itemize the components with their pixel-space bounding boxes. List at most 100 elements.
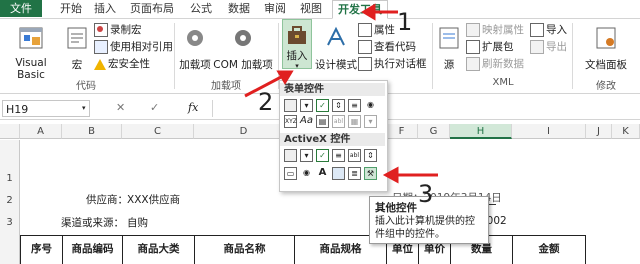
tab-formulas[interactable]: 公式 (186, 0, 216, 17)
row-header[interactable] (0, 235, 20, 264)
properties-label: 属性 (374, 24, 395, 36)
spin-button-form-control-icon[interactable]: ⇕ (332, 99, 345, 112)
row-number: 1 (6, 173, 13, 184)
label-activex-icon[interactable]: A (316, 167, 329, 180)
tab-developer[interactable]: 开发工具 (332, 0, 388, 19)
xml-export-button[interactable]: 导出 (530, 40, 567, 55)
supplier-value[interactable]: XXX供应商 (127, 192, 180, 207)
button-form-control-icon[interactable] (284, 99, 297, 112)
column-header[interactable]: F (386, 124, 418, 139)
table-header: 序号 (20, 235, 62, 264)
tab-home[interactable]: 开始 (56, 0, 86, 17)
combo-box-activex-icon[interactable]: ▾ (300, 149, 313, 162)
view-code-label: 查看代码 (374, 41, 416, 53)
properties-button[interactable]: 属性 (358, 23, 395, 38)
tab-file[interactable]: 文件 (0, 0, 42, 17)
combo-list-edit-form-control-icon[interactable]: ▦ (348, 115, 361, 128)
column-header[interactable]: A (20, 124, 62, 139)
row-number: 3 (6, 217, 13, 228)
column-header[interactable]: G (418, 124, 450, 139)
tab-page-layout[interactable]: 页面布局 (126, 0, 178, 17)
toggle-button-activex-icon[interactable]: ▭ (284, 167, 297, 180)
text-field-form-control-icon[interactable]: abl (332, 115, 345, 128)
table-header: 商品大类 (122, 235, 194, 264)
map-properties-button[interactable]: 映射属性 (466, 23, 524, 38)
checkbox-form-control-icon[interactable]: ✓ (316, 99, 329, 112)
command-button-activex-icon[interactable] (284, 149, 297, 162)
form-controls-heading: 表单控件 (280, 83, 385, 96)
ribbon-tab-bar: 文件 开始 插入 页面布局 公式 数据 审阅 视图 开发工具 (0, 0, 640, 19)
check-box-activex-icon[interactable]: ✓ (316, 149, 329, 162)
more-controls-icon[interactable]: ⚒ (364, 167, 377, 180)
annotation-number-2: 2 (258, 88, 274, 116)
macro-security-button[interactable]: 宏安全性 (94, 57, 150, 72)
map-properties-icon (466, 23, 480, 37)
column-header[interactable]: J (586, 124, 612, 139)
warning-icon (94, 58, 106, 70)
com-addins-button[interactable]: COM 加载项 (212, 21, 274, 72)
tab-view[interactable]: 视图 (296, 0, 326, 17)
addins-button[interactable]: 加载项 (178, 21, 212, 72)
name-box-dropdown-icon[interactable]: ▾ (82, 104, 86, 112)
refresh-data-button[interactable]: 刷新数据 (466, 57, 524, 72)
combo-dropdown-edit-form-control-icon[interactable]: ▾ (364, 115, 377, 128)
list-box-form-control-icon[interactable]: ≡ (348, 99, 361, 112)
combo-box-form-control-icon[interactable]: ▾ (300, 99, 313, 112)
addins-label: 加载项 (179, 59, 211, 71)
column-header-selected[interactable]: H (450, 124, 512, 139)
select-all-corner[interactable] (0, 124, 20, 139)
view-code-button[interactable]: 查看代码 (358, 40, 416, 55)
com-gear-icon (235, 30, 251, 46)
cancel-icon[interactable]: ✕ (116, 101, 125, 114)
document-panel-button[interactable]: 文档面板 (574, 21, 638, 72)
chevron-down-icon: ▾ (295, 62, 299, 70)
export-icon (530, 40, 544, 54)
channel-value[interactable]: 自购 (127, 215, 148, 230)
formula-input[interactable] (212, 100, 639, 117)
tab-data[interactable]: 数据 (224, 0, 254, 17)
visual-basic-button[interactable]: Visual Basic (2, 21, 60, 81)
row-header[interactable]: 1 (0, 140, 20, 190)
insert-control-button[interactable]: 插入 ▾ (282, 19, 312, 70)
run-dialog-button[interactable]: 执行对话框 (358, 57, 427, 72)
group-box-form-control-icon[interactable]: XYZ (284, 115, 297, 128)
enter-icon[interactable]: ✓ (150, 101, 159, 114)
column-header[interactable]: C (122, 124, 194, 139)
option-button-form-control-icon[interactable]: ◉ (364, 99, 377, 112)
record-macro-button[interactable]: 录制宏 (94, 23, 142, 38)
design-mode-label: 设计模式 (315, 59, 357, 71)
design-mode-button[interactable]: 设计模式 (314, 21, 358, 72)
column-header[interactable]: B (62, 124, 122, 139)
xml-source-icon (439, 27, 459, 49)
image-activex-icon[interactable] (332, 167, 345, 180)
column-header[interactable]: I (512, 124, 586, 139)
label-form-control-icon[interactable]: Aa (300, 115, 313, 128)
scroll-bar-activex-icon[interactable]: ⇕ (364, 149, 377, 162)
tab-insert[interactable]: 插入 (90, 0, 120, 17)
row-number: 2 (6, 195, 13, 206)
name-box[interactable]: H19 (2, 100, 90, 117)
expansion-packs-button[interactable]: 扩展包 (466, 40, 514, 55)
scroll-bar-form-control-icon[interactable]: ▤ (316, 115, 329, 128)
document-panel-label: 文档面板 (585, 59, 627, 71)
refresh-data-label: 刷新数据 (482, 58, 524, 70)
supplier-label: 供应商： (86, 194, 128, 206)
insert-function-button[interactable]: fx (188, 101, 198, 114)
list-box-activex-icon[interactable]: ≡ (332, 149, 345, 162)
option-button-activex-icon[interactable]: ◉ (300, 167, 313, 180)
macros-button[interactable]: 宏 (64, 21, 90, 72)
spin-button-activex-icon[interactable]: ≣ (348, 167, 361, 180)
tab-review[interactable]: 审阅 (260, 0, 290, 17)
insert-controls-dropdown: 表单控件 ▾ ✓ ⇕ ≡ ◉ XYZ Aa ▤ abl ▦ ▾ ActiveX … (279, 80, 388, 192)
table-header: 金额 (512, 235, 586, 264)
group-separator (432, 23, 433, 89)
column-header[interactable]: K (612, 124, 640, 139)
text-box-activex-icon[interactable]: abl (348, 149, 361, 162)
activex-controls-heading: ActiveX 控件 (280, 133, 385, 146)
row-header[interactable]: 2 (0, 190, 20, 212)
use-relative-references-button[interactable]: 使用相对引用 (94, 40, 173, 55)
relative-references-label: 使用相对引用 (110, 41, 173, 53)
xml-import-button[interactable]: 导入 (530, 23, 567, 38)
row-header[interactable]: 3 (0, 212, 20, 235)
xml-source-button[interactable]: 源 (436, 21, 462, 72)
